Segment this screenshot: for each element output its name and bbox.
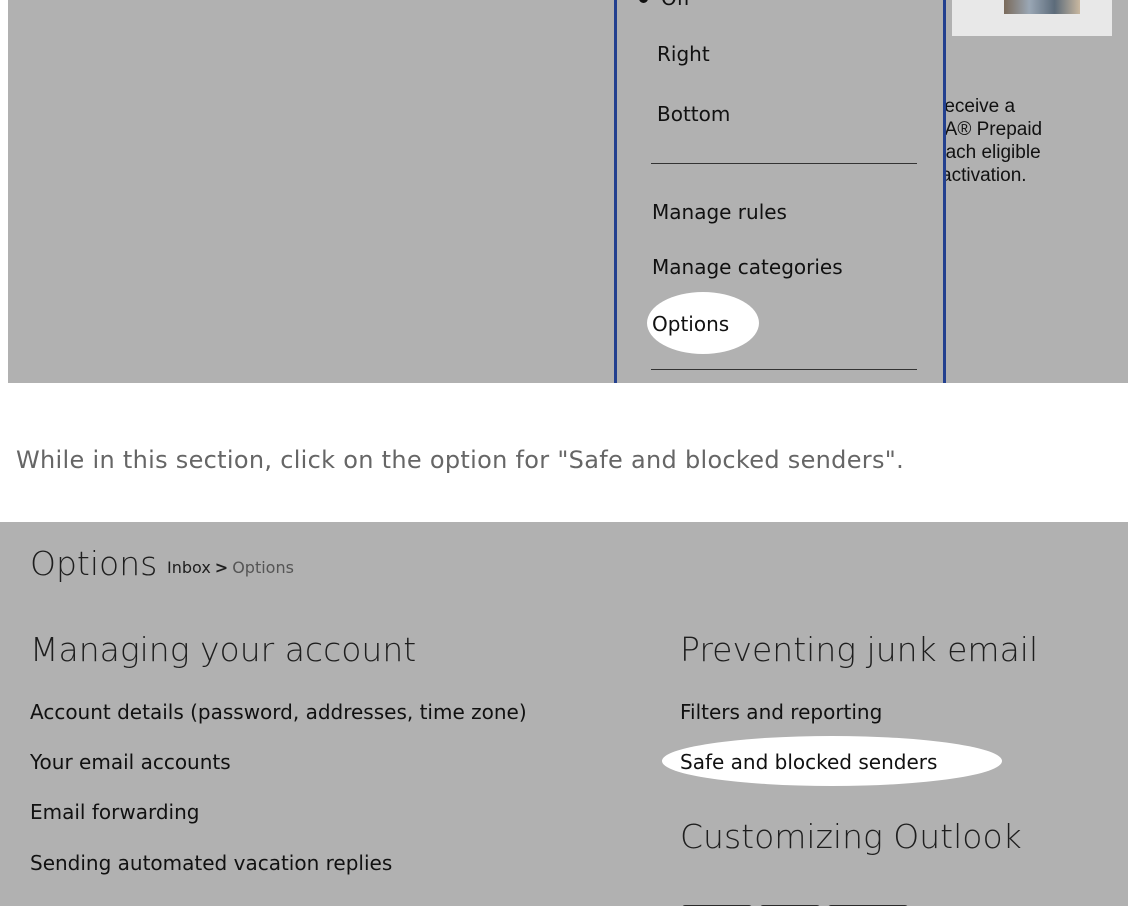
menu-item-off[interactable]: Off <box>661 0 691 10</box>
link-email-accounts[interactable]: Your email accounts <box>30 750 231 774</box>
menu-item-manage-categories[interactable]: Manage categories <box>652 255 843 279</box>
section-heading-junk: Preventing junk email <box>680 630 1039 669</box>
link-filters-reporting[interactable]: Filters and reporting <box>680 700 882 724</box>
menu-screenshot: receive a SA® Prepaid each eligible acti… <box>8 0 1128 383</box>
link-account-details[interactable]: Account details (password, addresses, ti… <box>30 700 527 724</box>
cutoff-text <box>682 896 942 906</box>
link-safe-blocked-senders[interactable]: Safe and blocked senders <box>680 750 937 774</box>
selected-radio-icon <box>639 0 648 3</box>
message-thumbnail <box>952 0 1112 36</box>
menu-item-bottom[interactable]: Bottom <box>657 102 730 126</box>
section-heading-customizing: Customizing Outlook <box>680 817 1022 856</box>
promo-line: SA® Prepaid <box>938 119 1043 140</box>
promo-line: each eligible <box>938 142 1041 163</box>
breadcrumb-inbox[interactable]: Inbox <box>167 558 211 577</box>
menu-divider <box>651 369 917 370</box>
promo-line: activation. <box>941 165 1027 186</box>
link-email-forwarding[interactable]: Email forwarding <box>30 800 199 824</box>
page-title: Options <box>30 544 158 583</box>
link-vacation-replies[interactable]: Sending automated vacation replies <box>30 851 392 875</box>
menu-divider <box>651 163 917 164</box>
section-heading-account: Managing your account <box>30 630 417 669</box>
breadcrumb-current: Options <box>232 558 294 577</box>
reading-pane-menu: Off Right Bottom Manage rules Manage cat… <box>614 0 946 383</box>
breadcrumb: Inbox > Options <box>167 558 294 577</box>
menu-item-right[interactable]: Right <box>657 42 710 66</box>
thumbnail-image <box>1004 0 1080 14</box>
instruction-text: While in this section, click on the opti… <box>16 446 905 474</box>
menu-item-manage-rules[interactable]: Manage rules <box>652 200 787 224</box>
menu-item-options[interactable]: Options <box>652 312 729 336</box>
promo-line: receive a <box>938 96 1016 117</box>
promo-text: receive a SA® Prepaid each eligible acti… <box>938 95 1128 187</box>
breadcrumb-separator: > <box>214 558 229 577</box>
options-screenshot: Options Inbox > Options Managing your acco… <box>0 522 1128 906</box>
